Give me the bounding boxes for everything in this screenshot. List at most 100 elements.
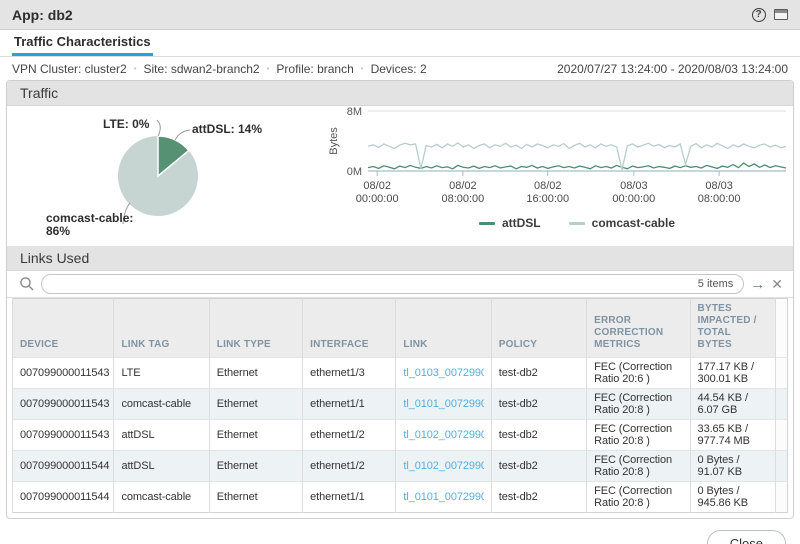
cell-bytes: 44.54 KB / 6.07 GB <box>690 389 775 420</box>
cell-interface: ethernet1/2 <box>303 451 396 482</box>
clear-filter-icon[interactable]: ✕ <box>771 277 783 291</box>
x-axis-tick-label: 08/0300:00:00 <box>612 180 655 206</box>
scrollbar-track[interactable] <box>775 451 787 482</box>
cell-device: 007099000011544 <box>13 451 114 482</box>
links-section-title: Links Used <box>20 250 89 266</box>
breadcrumb-item: Site: sdwan2-branch2 <box>144 62 260 76</box>
legend-dash-icon <box>569 222 585 225</box>
cell-bytes: 0 Bytes / 91.07 KB <box>690 451 775 482</box>
breadcrumb: VPN Cluster: cluster2•Site: sdwan2-branc… <box>12 62 557 76</box>
legend-label: attDSL <box>502 216 541 230</box>
pie-chart <box>118 120 198 224</box>
cell-device: 007099000011543 <box>13 389 114 420</box>
scrollbar-track[interactable] <box>775 299 787 358</box>
table-row[interactable]: 007099000011543attDSLEthernetethernet1/2… <box>13 420 788 451</box>
cell-device: 007099000011543 <box>13 420 114 451</box>
column-header[interactable]: INTERFACE <box>303 299 396 358</box>
cell-link: tl_0102_00729900... <box>396 451 491 482</box>
cell-interface: ethernet1/3 <box>303 358 396 389</box>
breadcrumb-item: Devices: 2 <box>371 62 427 76</box>
search-pill: 5 items <box>41 274 744 294</box>
column-header[interactable]: LINK TYPE <box>209 299 302 358</box>
cell-error_correction: FEC (Correction Ratio 20:8 ) <box>587 482 690 513</box>
links-search-input[interactable] <box>52 277 698 291</box>
column-header[interactable]: BYTES IMPACTED / TOTAL BYTES <box>690 299 775 358</box>
column-header[interactable]: LINK <box>396 299 491 358</box>
cell-bytes: 33.65 KB / 977.74 MB <box>690 420 775 451</box>
close-button[interactable]: Close <box>707 530 786 544</box>
column-header[interactable]: LINK TAG <box>114 299 209 358</box>
link-cell-link[interactable]: tl_0101_00729900... <box>403 398 483 410</box>
breadcrumb-separator: • <box>134 64 137 73</box>
link-cell-link[interactable]: tl_0102_00729900... <box>403 429 483 441</box>
tab-traffic-characteristics[interactable]: Traffic Characteristics <box>12 29 153 56</box>
scrollbar-track[interactable] <box>775 482 787 513</box>
cell-policy: test-db2 <box>491 451 586 482</box>
breadcrumb-separator: • <box>267 64 270 73</box>
cell-link_type: Ethernet <box>209 451 302 482</box>
cell-link: tl_0102_00729900... <box>396 420 491 451</box>
link-cell-link[interactable]: tl_0102_00729900... <box>403 460 483 472</box>
column-header[interactable]: DEVICE <box>13 299 114 358</box>
y-axis-label: Bytes <box>328 127 340 155</box>
help-icon[interactable]: ? <box>751 7 766 22</box>
table-row[interactable]: 007099000011543LTEEthernetethernet1/3tl_… <box>13 358 788 389</box>
cell-link_tag: comcast-cable <box>114 482 209 513</box>
cell-interface: ethernet1/1 <box>303 389 396 420</box>
context-row: VPN Cluster: cluster2•Site: sdwan2-branc… <box>0 57 800 80</box>
search-icon <box>19 276 35 292</box>
cell-bytes: 0 Bytes / 945.86 KB <box>690 482 775 513</box>
cell-device: 007099000011544 <box>13 482 114 513</box>
traffic-section-header: Traffic <box>7 81 793 106</box>
x-axis-tick-label: 08/0208:00:00 <box>441 180 484 206</box>
links-table-wrap: DEVICELINK TAGLINK TYPEINTERFACELINKPOLI… <box>12 298 788 513</box>
table-row[interactable]: 007099000011543comcast-cableEthernetethe… <box>13 389 788 420</box>
traffic-section-title: Traffic <box>20 85 58 101</box>
window-title: App: db2 <box>12 7 73 23</box>
leader-line-attdsl <box>175 130 190 140</box>
legend-item-attDSL[interactable]: attDSL <box>479 216 541 230</box>
scrollbar-track[interactable] <box>775 420 787 451</box>
leader-line-lte <box>157 120 160 136</box>
x-axis-tick-label: 08/0200:00:00 <box>356 180 399 206</box>
column-header[interactable]: POLICY <box>491 299 586 358</box>
items-count-badge: 5 items <box>698 278 733 290</box>
breadcrumb-separator: • <box>361 64 364 73</box>
cell-policy: test-db2 <box>491 389 586 420</box>
scrollbar-track[interactable] <box>775 358 787 389</box>
x-axis-tick-label: 08/0308:00:00 <box>698 180 741 206</box>
main-panel: Traffic 8M0MBytes LTE: 0% attDSL: 14% co… <box>6 80 794 519</box>
scrollbar-track[interactable] <box>775 389 787 420</box>
breadcrumb-item: Profile: branch <box>276 62 353 76</box>
cell-link_tag: attDSL <box>114 420 209 451</box>
link-cell-link[interactable]: tl_0101_00729900... <box>403 491 483 503</box>
legend-dash-icon <box>479 222 495 225</box>
table-body: 007099000011543LTE Ethernet ethernet1/3 tl_… <box>13 358 788 513</box>
links-table: DEVICELINK TAGLINK TYPEINTERFACELINKPOLI… <box>12 298 788 513</box>
window-titlebar: App: db2 ? <box>0 0 800 30</box>
cell-policy: test-db2 <box>491 358 586 389</box>
traffic-section-body: 8M0MBytes LTE: 0% attDSL: 14% comcast-ca… <box>7 106 793 246</box>
apply-filter-arrow-icon[interactable]: → <box>750 277 765 292</box>
pie-label-comcast: comcast-cable: 86% <box>46 212 141 238</box>
window-popout-icon[interactable] <box>773 7 788 22</box>
legend-item-comcast-cable[interactable]: comcast-cable <box>569 216 675 230</box>
cell-device: 007099000011543 <box>13 358 114 389</box>
cell-bytes: 177.17 KB / 300.01 KB <box>690 358 775 389</box>
column-header[interactable]: ERROR CORRECTION METRICS <box>587 299 690 358</box>
chart-legend: attDSL comcast-cable <box>368 216 786 230</box>
cell-link_tag: LTE <box>114 358 209 389</box>
table-row[interactable]: 007099000011544attDSLEthernetethernet1/2… <box>13 451 788 482</box>
x-axis-tick-label: 08/0216:00:00 <box>526 180 569 206</box>
cell-link: tl_0101_00729900... <box>396 389 491 420</box>
link-cell-link[interactable]: tl_0103_00729900... <box>403 367 483 379</box>
cell-link: tl_0101_00729900... <box>396 482 491 513</box>
line-chart: 8M0MBytes <box>328 106 786 178</box>
series-line-attDSL <box>368 163 786 169</box>
y-tick-top: 8M <box>347 106 362 118</box>
cell-error_correction: FEC (Correction Ratio 20:8 ) <box>587 420 690 451</box>
table-row[interactable]: 007099000011544comcast-cableEthernetethe… <box>13 482 788 513</box>
cell-link: tl_0103_00729900... <box>396 358 491 389</box>
cell-interface: ethernet1/2 <box>303 420 396 451</box>
cell-interface: ethernet1/1 <box>303 482 396 513</box>
